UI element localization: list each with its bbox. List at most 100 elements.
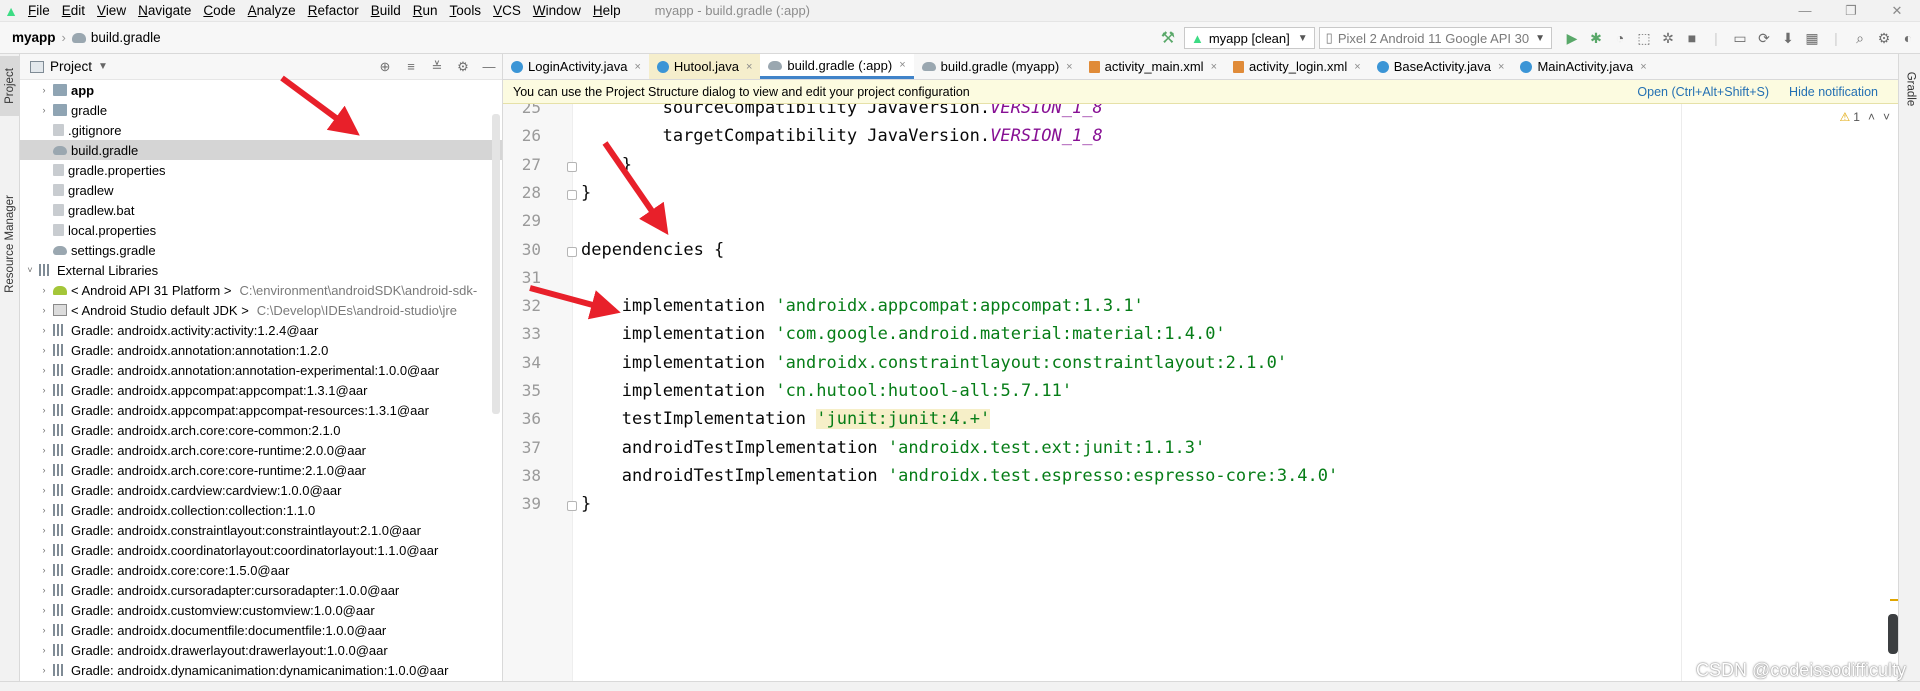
tree-item[interactable]: gradlew [20,180,502,200]
code-line[interactable]: androidTestImplementation 'androidx.test… [622,438,1205,458]
chevron-right-icon[interactable]: › [38,385,50,395]
close-tab-icon[interactable]: × [1354,61,1360,73]
account-icon[interactable]: ◐ [1896,26,1920,50]
settings-icon[interactable]: ⚙ [1872,26,1896,50]
chevron-up-icon[interactable]: ˄ [1868,110,1875,124]
tree-item[interactable]: gradle.properties [20,160,502,180]
tree-item[interactable]: › Gradle: androidx.cursoradapter:cursorad… [20,580,502,600]
code-line[interactable]: implementation 'androidx.constraintlayou… [622,353,1287,373]
close-tab-icon[interactable]: × [899,59,905,71]
code-line[interactable]: implementation 'androidx.appcompat:appco… [622,296,1144,316]
gradle-tool-tab[interactable]: Gradle [1899,64,1920,114]
chevron-right-icon[interactable]: › [38,85,50,95]
menu-code[interactable]: Code [197,0,241,22]
tree-item[interactable]: settings.gradle [20,240,502,260]
tree-item[interactable]: › Gradle: androidx.arch.core:core-runtime… [20,440,502,460]
chevron-down-icon[interactable]: ▼ [98,61,108,72]
locate-icon[interactable]: ⊕ [372,59,398,75]
chevron-right-icon[interactable]: › [38,505,50,515]
chevron-right-icon[interactable]: › [38,305,50,315]
minimize-icon[interactable]: — [1782,0,1828,22]
menu-refactor[interactable]: Refactor [302,0,365,22]
code-line[interactable]: sourceCompatibility JavaVersion.VERSION_… [663,104,1103,118]
chevron-down-icon[interactable]: ˅ [24,265,36,275]
chevron-right-icon[interactable]: › [38,645,50,655]
chevron-right-icon[interactable]: › [38,325,50,335]
close-tab-icon[interactable]: × [634,61,640,73]
stop-icon[interactable]: ■ [1680,26,1704,50]
close-tab-icon[interactable]: × [746,61,752,73]
menu-help[interactable]: Help [587,0,627,22]
editor-tab[interactable]: LoginActivity.java × [503,54,649,79]
tree-item[interactable]: › Gradle: androidx.constraintlayout:const… [20,520,502,540]
search-icon[interactable]: ⌕ [1848,26,1872,50]
project-tool-tab[interactable]: Project [0,56,20,116]
device-select[interactable]: ▯ Pixel 2 Android 11 Google API 30 ▼ [1318,27,1552,49]
fold-marker-icon[interactable] [567,189,577,200]
fold-marker-icon[interactable] [567,246,577,257]
chevron-right-icon[interactable]: › [38,285,50,295]
editor-tab[interactable]: MainActivity.java × [1512,54,1654,79]
chevron-right-icon[interactable]: › [38,585,50,595]
hide-icon[interactable]: — [476,59,502,75]
scrollbar-warning-marker[interactable] [1890,599,1898,601]
code-line[interactable]: } [581,183,591,203]
chevron-right-icon[interactable]: › [38,405,50,415]
expand-all-icon[interactable]: ≡ [398,59,424,75]
inspection-widget[interactable]: ⚠ 1 ˄ ˅ [1832,110,1890,124]
debug-icon[interactable]: ✱ [1584,26,1608,50]
code-editor[interactable]: 25 26 27 28 29 30 31 32 33 34 35 36 37 38 39 sourceCom… [503,104,1898,691]
chevron-right-icon[interactable]: › [38,445,50,455]
menu-navigate[interactable]: Navigate [132,0,197,22]
chevron-down-icon[interactable]: ˅ [1883,110,1890,124]
tree-item[interactable]: › < Android API 31 Platform > C:\environme… [20,280,502,300]
chevron-right-icon[interactable]: › [38,485,50,495]
gear-icon[interactable]: ⚙ [450,59,476,75]
close-icon[interactable]: ✕ [1874,0,1920,22]
fold-marker-icon[interactable] [567,501,577,512]
code-line[interactable]: implementation 'com.google.android.mater… [622,324,1226,344]
menu-tools[interactable]: Tools [444,0,488,22]
chevron-right-icon[interactable]: › [38,105,50,115]
project-structure-icon[interactable]: ▦ [1800,26,1824,50]
tree-item[interactable]: › Gradle: androidx.customview:customview:… [20,600,502,620]
chevron-right-icon[interactable]: › [38,465,50,475]
profile-icon[interactable]: ◔ [1608,26,1632,50]
editor-tab[interactable]: BaseActivity.java × [1369,54,1513,79]
chevron-right-icon[interactable]: › [38,605,50,615]
menu-build[interactable]: Build [365,0,407,22]
tree-item[interactable]: › gradle [20,100,502,120]
tree-item[interactable]: › Gradle: androidx.arch.core:core-runtime… [20,460,502,480]
tree-item[interactable]: › Gradle: androidx.documentfile:documentf… [20,620,502,640]
chevron-right-icon[interactable]: › [38,425,50,435]
tree-item[interactable]: › Gradle: androidx.annotation:annotation:… [20,340,502,360]
menu-file[interactable]: File [22,0,56,22]
chevron-right-icon[interactable]: › [38,525,50,535]
code-line[interactable]: } [581,494,591,514]
editor-tab[interactable]: build.gradle (:app) × [760,54,914,79]
breadcrumb-project[interactable]: myapp [0,30,56,45]
close-tab-icon[interactable]: × [1211,61,1217,73]
run-configuration-select[interactable]: ▲ myapp [clean] ▼ [1183,27,1315,49]
open-project-structure-link[interactable]: Open (Ctrl+Alt+Shift+S) [1637,85,1769,99]
code-line[interactable]: androidTestImplementation 'androidx.test… [622,466,1338,486]
project-panel-scrollbar[interactable] [492,114,500,414]
code-line[interactable]: testImplementation 'junit:junit:4.+' [622,409,991,430]
code-line[interactable]: targetCompatibility JavaVersion.VERSION_… [663,126,1103,146]
run-icon[interactable]: ▶ [1560,26,1584,50]
editor-tab[interactable]: build.gradle (myapp) × [914,54,1081,79]
tree-item[interactable]: .gitignore [20,120,502,140]
device-manager-icon[interactable]: ▭ [1728,26,1752,50]
chevron-right-icon[interactable]: › [38,345,50,355]
code-line[interactable]: implementation 'cn.hutool:hutool-all:5.7… [622,381,1072,401]
tree-item[interactable]: › Gradle: androidx.activity:activity:1.2.… [20,320,502,340]
tree-item[interactable]: › Gradle: androidx.appcompat:appcompat-re… [20,400,502,420]
close-tab-icon[interactable]: × [1640,61,1646,73]
tree-item[interactable]: › Gradle: androidx.collection:collection:… [20,500,502,520]
breadcrumb-file[interactable]: build.gradle [91,30,161,45]
editor-tab[interactable]: activity_main.xml × [1081,54,1225,79]
editor-tab[interactable]: activity_login.xml × [1225,54,1369,79]
tree-item[interactable]: › Gradle: androidx.appcompat:appcompat:1.… [20,380,502,400]
tree-item[interactable]: › app [20,80,502,100]
code-line[interactable]: } [622,155,632,175]
